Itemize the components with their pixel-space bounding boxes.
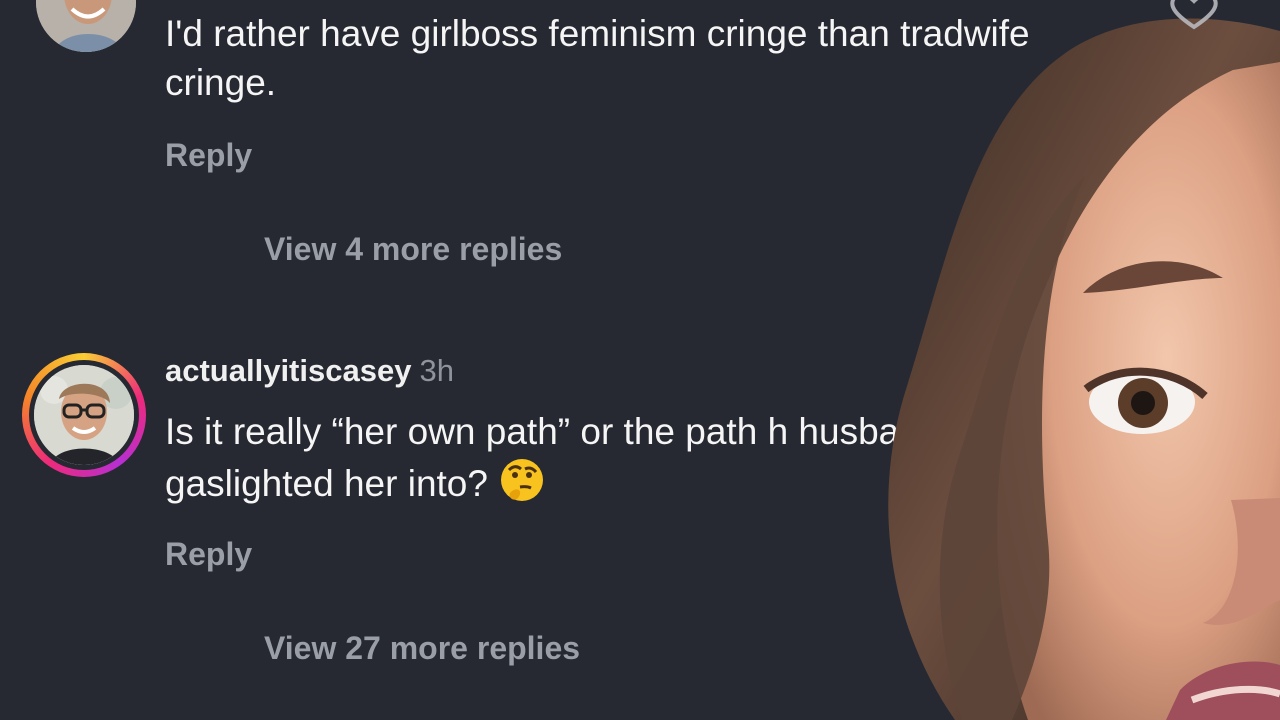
comments-video-frame: I'd rather have girlboss feminism cringe… [0,0,1280,720]
story-ring[interactable] [22,353,146,477]
view-more-replies-button[interactable]: View 4 more replies [264,229,562,269]
view-more-replies-button[interactable]: View 27 more replies [264,628,580,668]
avatar-photo [36,0,136,52]
comment-time: 3h [419,353,454,388]
username-link[interactable]: actuallyitiscasey [165,353,411,388]
heart-icon[interactable] [1168,0,1220,31]
reply-button[interactable]: Reply [165,135,252,175]
thinking-face-emoji [500,459,543,501]
comment-header: actuallyitiscasey 3h [165,352,454,390]
video-presenter-overlay [850,0,1280,720]
avatar-photo [34,365,134,465]
commenter-avatar[interactable] [34,365,134,465]
comment-text-content: Is it really “her own path” or the path … [165,411,941,504]
presenter-face [888,18,1280,720]
commenter-avatar[interactable] [36,0,136,52]
reply-button[interactable]: Reply [165,534,252,574]
